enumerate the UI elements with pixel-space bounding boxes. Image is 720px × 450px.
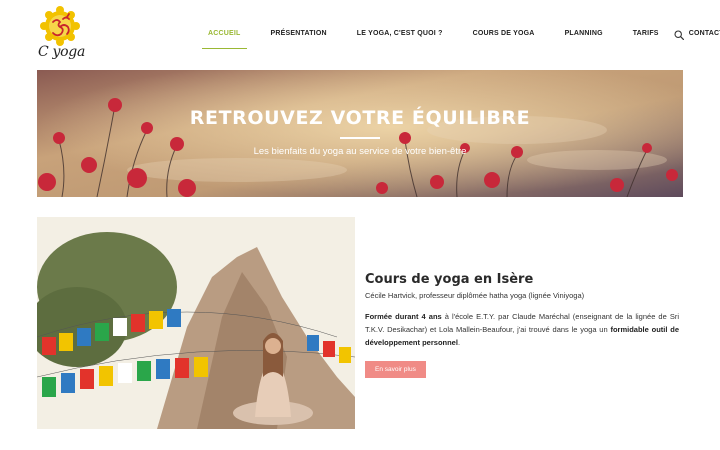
hero-divider [340, 137, 380, 139]
body-bold-1: Formée durant 4 ans [365, 312, 442, 321]
main-nav: ACCUEIL PRÉSENTATION LE YOGA, C'EST QUOI… [200, 28, 720, 49]
nav-item-le-yoga[interactable]: LE YOGA, C'EST QUOI ? [357, 28, 443, 43]
logo-text: C yoga [38, 44, 86, 60]
en-savoir-plus-button[interactable]: En savoir plus [365, 361, 426, 378]
om-icon [40, 6, 80, 46]
nav-item-contact[interactable]: CONTACT [689, 28, 720, 43]
nav-item-presentation[interactable]: PRÉSENTATION [271, 28, 327, 43]
body-text-2: . [457, 338, 461, 347]
section-title: Cours de yoga en Isère [365, 272, 534, 287]
yoga-photo [37, 217, 355, 429]
hero-banner: RETROUVEZ VOTRE ÉQUILIBRE Les bienfaits … [37, 70, 683, 197]
nav-item-tarifs[interactable]: TARIFS [633, 28, 659, 43]
site-header: C yoga ACCUEIL PRÉSENTATION LE YOGA, C'E… [0, 0, 720, 68]
nav-item-cours-de-yoga[interactable]: COURS DE YOGA [473, 28, 535, 43]
nav-item-planning[interactable]: PLANNING [565, 28, 603, 43]
search-icon[interactable] [674, 30, 684, 40]
section-subtitle: Cécile Hartvick, professeur diplômée hat… [365, 291, 585, 300]
intro-section: Cours de yoga en Isère Cécile Hartvick, … [365, 272, 679, 378]
hero-title: RETROUVEZ VOTRE ÉQUILIBRE [189, 107, 531, 129]
hero-background-image [37, 70, 683, 197]
hero-subtitle: Les bienfaits du yoga au service de votr… [253, 146, 467, 157]
section-body: Formée durant 4 ans à l'école E.T.Y. par… [365, 310, 679, 349]
nav-item-accueil[interactable]: ACCUEIL [202, 28, 246, 49]
